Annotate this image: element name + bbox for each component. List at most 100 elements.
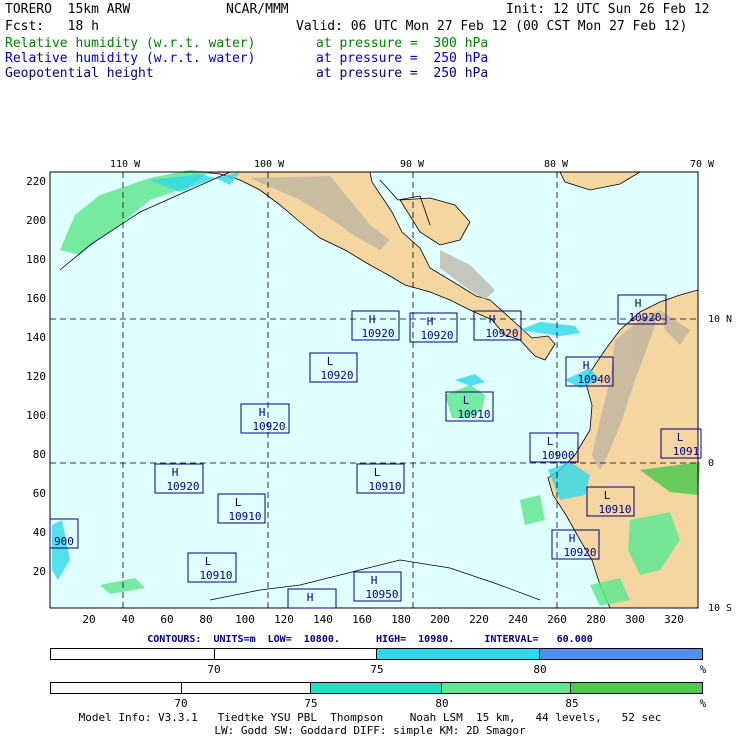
x-tick: 140 <box>313 613 333 625</box>
svg-text:10920: 10920 <box>252 420 285 433</box>
svg-text:10910: 10910 <box>199 569 232 582</box>
x-tick: 220 <box>469 613 489 625</box>
svg-text:10910: 10910 <box>228 510 261 523</box>
model-info-line2: LW: Godd SW: Goddard DIFF: simple KM: 2D… <box>214 724 526 737</box>
colorbar-300-label: 85 <box>565 697 579 710</box>
svg-text:H: H <box>635 297 642 310</box>
x-tick: 180 <box>391 613 411 625</box>
svg-text:L: L <box>235 496 242 509</box>
svg-text:L: L <box>463 394 470 407</box>
lat-label-0: 0 <box>708 458 714 469</box>
x-tick: 200 <box>430 613 450 625</box>
colorbar-300-segment <box>441 683 572 693</box>
field-3-name: Geopotential height <box>5 66 154 81</box>
svg-text:10910: 10910 <box>598 503 631 516</box>
colorbar-250hpa <box>50 648 703 660</box>
field-2-level: at pressure = 250 hPa <box>316 51 489 66</box>
colorbar-300hpa <box>50 682 703 694</box>
x-tick: 100 <box>235 613 255 625</box>
y-tick: 160 <box>26 292 46 305</box>
colorbar-250-label: 70 <box>207 663 221 676</box>
lon-label-80w: 80 W <box>544 159 569 170</box>
colorbar-250-segment <box>214 649 377 659</box>
svg-text:L: L <box>327 355 334 368</box>
colorbar-300-segment <box>571 683 702 693</box>
svg-text:10910: 10910 <box>368 480 401 493</box>
field-1-name: Relative humidity (w.r.t. water) <box>5 36 256 51</box>
colorbar-300-segment <box>311 683 442 693</box>
valid-time: Valid: 06 UTC Mon 27 Feb 12 (00 CST Mon … <box>296 19 688 34</box>
x-tick: 40 <box>121 613 134 625</box>
svg-text:H: H <box>569 532 576 545</box>
svg-text:10950: 10950 <box>365 588 398 601</box>
colorbar-250-segment <box>377 649 540 659</box>
colorbar-300-label: 80 <box>435 697 449 710</box>
colorbar-250-label: % <box>699 663 707 676</box>
y-tick: 140 <box>26 331 46 344</box>
lon-label-90w: 90 W <box>400 159 425 170</box>
y-tick: 220 <box>26 175 46 188</box>
model-title: TORERO 15km ARW <box>5 2 131 17</box>
x-tick: 80 <box>199 613 212 625</box>
svg-text:10920: 10920 <box>320 369 353 382</box>
svg-text:H: H <box>307 591 314 604</box>
forecast-hour: Fcst: 18 h <box>5 19 99 34</box>
x-tick: 320 <box>664 613 684 625</box>
weather-map: 110 W 100 W 90 W 80 W 70 W 10 N 0 10 S 2… <box>26 159 732 625</box>
y-tick: 80 <box>33 448 46 461</box>
svg-text:H: H <box>172 466 179 479</box>
svg-text:L: L <box>547 435 554 448</box>
svg-text:H: H <box>489 313 496 326</box>
svg-text:H: H <box>583 359 590 372</box>
y-tick: 60 <box>33 487 46 500</box>
lon-label-110w: 110 W <box>110 159 141 170</box>
colorbar-250-segment <box>539 649 702 659</box>
model-info-line1: Model Info: V3.3.1 Tiedtke YSU PBL Thomp… <box>78 711 662 724</box>
x-tick: 280 <box>586 613 606 625</box>
init-time: Init: 12 UTC Sun 26 Feb 12 <box>506 2 710 17</box>
lat-label-10s: 10 S <box>708 603 732 614</box>
svg-text:L: L <box>374 466 381 479</box>
svg-text:10920: 10920 <box>485 327 518 340</box>
svg-text:900: 900 <box>54 535 74 548</box>
colorbar-250-segment <box>51 649 215 659</box>
svg-text:H: H <box>369 313 376 326</box>
colorbar-250-label: 75 <box>370 663 384 676</box>
y-tick: 120 <box>26 370 46 383</box>
svg-text:L: L <box>677 431 684 444</box>
svg-text:1091: 1091 <box>673 445 700 458</box>
x-tick: 160 <box>352 613 372 625</box>
colorbar-300-segment <box>181 683 312 693</box>
lat-label-10n: 10 N <box>708 314 732 325</box>
svg-text:L: L <box>205 555 212 568</box>
x-tick: 120 <box>274 613 294 625</box>
org-label: NCAR/MMM <box>226 2 289 17</box>
y-tick: 180 <box>26 253 46 266</box>
svg-text:10910: 10910 <box>457 408 490 421</box>
colorbar-250-label: 80 <box>533 663 547 676</box>
svg-text:10940: 10940 <box>577 373 610 386</box>
x-tick: 240 <box>508 613 528 625</box>
y-tick: 20 <box>33 565 46 578</box>
colorbar-300-segment <box>51 683 182 693</box>
svg-text:H: H <box>427 315 434 328</box>
svg-text:10920: 10920 <box>420 329 453 342</box>
svg-text:10920: 10920 <box>166 480 199 493</box>
y-tick: 100 <box>26 409 46 422</box>
svg-text:10920: 10920 <box>628 311 661 324</box>
colorbar-300-label: % <box>699 697 707 710</box>
x-tick: 260 <box>547 613 567 625</box>
field-2-name: Relative humidity (w.r.t. water) <box>5 51 256 66</box>
svg-text:10920: 10920 <box>361 327 394 340</box>
y-tick: 200 <box>26 214 46 227</box>
x-tick: 60 <box>160 613 173 625</box>
svg-text:10900: 10900 <box>541 449 574 462</box>
x-tick: 20 <box>82 613 95 625</box>
field-1-level: at pressure = 300 hPa <box>316 36 489 51</box>
colorbar-300-label: 75 <box>304 697 318 710</box>
svg-text:L: L <box>604 489 611 502</box>
svg-text:H: H <box>371 574 378 587</box>
lon-label-70w: 70 W <box>690 159 715 170</box>
y-tick: 40 <box>33 526 46 539</box>
contours-info: CONTOURS: UNITS=m LOW= 10800. HIGH= 1098… <box>147 634 593 645</box>
